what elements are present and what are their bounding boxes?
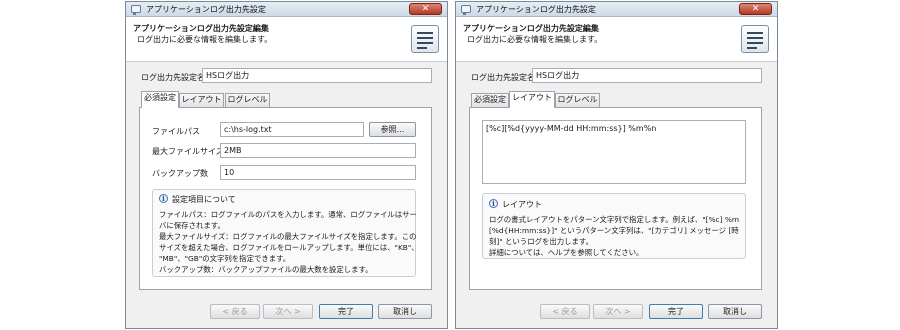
browse-button[interactable]: 参照...: [369, 122, 416, 137]
max-file-size-label: 最大ファイルサイズ: [152, 147, 224, 156]
tab-panel-layout: [%c][%d{yyyy-MM-dd HH:mm:ss}] %m%n i レイア…: [469, 107, 762, 290]
header-subtitle: ログ出力に必要な情報を編集します。: [137, 35, 273, 44]
info-text-line: サイズを超えた場合、ログファイルをロールアップします。単位には、"KB"、: [159, 243, 419, 252]
info-text-line: 最大ファイルサイズ：ログファイルの最大ファイルサイズを指定します。この: [159, 232, 417, 241]
info-text-line: 刻]" というログを出力します。: [489, 237, 593, 246]
info-icon: i: [489, 199, 498, 208]
back-button[interactable]: < 戻る: [540, 304, 590, 319]
finish-button[interactable]: 完了: [319, 304, 373, 319]
info-text-line: [%d{HH:mm:ss}]" というパターン文字列は、"[カテゴリ] メッセー…: [489, 226, 739, 235]
info-text-line: 詳細については、ヘルプを参照してください。: [489, 248, 644, 257]
info-title: 設定項目について: [172, 195, 236, 204]
cancel-button[interactable]: 取消し: [378, 304, 432, 319]
file-path-field[interactable]: c:\hs-log.txt: [220, 122, 364, 137]
tab-required-settings[interactable]: 必須設定: [471, 93, 509, 107]
tab-layout[interactable]: レイアウト: [509, 91, 555, 108]
dialog-window-required-settings: アプリケーションログ出力先設定 ✕ アプリケーションログ出力先設定編集 ログ出力…: [125, 1, 448, 329]
document-list-icon: [411, 25, 439, 53]
config-name-field[interactable]: HSログ出力: [532, 68, 762, 83]
tab-required-settings[interactable]: 必須設定: [141, 91, 179, 108]
info-text-line: "MB"、"GB"の文字列を指定できます。: [159, 254, 291, 263]
max-file-size-field[interactable]: 2MB: [220, 143, 416, 158]
info-icon: i: [159, 194, 168, 203]
tab-log-level[interactable]: ログレベル: [555, 93, 600, 107]
next-button[interactable]: 次へ >: [593, 304, 643, 319]
app-window-icon: [461, 5, 471, 15]
dialog-header: アプリケーションログ出力先設定編集 ログ出力に必要な情報を編集します。: [126, 17, 447, 62]
tab-log-level[interactable]: ログレベル: [225, 93, 270, 107]
info-text-line: ファイルパス：ログファイルのパスを入力します。通常、ログファイルはサー: [159, 210, 417, 219]
header-subtitle: ログ出力に必要な情報を編集します。: [467, 35, 603, 44]
title-bar[interactable]: アプリケーションログ出力先設定 ✕: [126, 2, 447, 17]
config-name-label: ログ出力先設定名: [471, 73, 535, 82]
close-button[interactable]: ✕: [409, 3, 442, 15]
settings-info-box: i 設定項目について ファイルパス：ログファイルのパスを入力します。通常、ログフ…: [152, 189, 419, 277]
back-button[interactable]: < 戻る: [210, 304, 260, 319]
window-title: アプリケーションログ出力先設定: [476, 5, 596, 14]
layout-info-box: i レイアウト ログの書式レイアウトをパターン文字列で指定します。例えば、"[%…: [482, 193, 746, 259]
info-text-line: ログの書式レイアウトをパターン文字列で指定します。例えば、"[%c] %m: [489, 215, 740, 224]
dialog-window-layout: アプリケーションログ出力先設定 ✕ アプリケーションログ出力先設定編集 ログ出力…: [455, 1, 778, 329]
tab-panel-required-settings: ファイルパス c:\hs-log.txt 参照... 最大ファイルサイズ 2MB…: [139, 107, 432, 290]
app-window-icon: [131, 5, 141, 15]
close-button[interactable]: ✕: [739, 3, 772, 15]
tab-layout[interactable]: レイアウト: [179, 93, 224, 107]
document-list-icon: [741, 25, 769, 53]
info-text-line: バに保存されます。: [159, 221, 225, 230]
config-name-field[interactable]: HSログ出力: [202, 68, 432, 83]
next-button[interactable]: 次へ >: [263, 304, 313, 319]
title-bar[interactable]: アプリケーションログ出力先設定 ✕: [456, 2, 777, 17]
header-title: アプリケーションログ出力先設定編集: [463, 24, 599, 33]
cancel-button[interactable]: 取消し: [708, 304, 762, 319]
layout-pattern-textarea[interactable]: [%c][%d{yyyy-MM-dd HH:mm:ss}] %m%n: [482, 120, 746, 184]
finish-button[interactable]: 完了: [649, 304, 703, 319]
dialog-header: アプリケーションログ出力先設定編集 ログ出力に必要な情報を編集します。: [456, 17, 777, 62]
backup-count-label: バックアップ数: [152, 169, 208, 178]
header-title: アプリケーションログ出力先設定編集: [133, 24, 269, 33]
info-title: レイアウト: [502, 200, 542, 209]
window-title: アプリケーションログ出力先設定: [146, 5, 266, 14]
info-text-line: バックアップ数：バックアップファイルの最大数を設定します。: [159, 265, 373, 274]
config-name-label: ログ出力先設定名: [141, 73, 205, 82]
backup-count-field[interactable]: 10: [220, 165, 416, 180]
file-path-label: ファイルパス: [152, 127, 200, 136]
